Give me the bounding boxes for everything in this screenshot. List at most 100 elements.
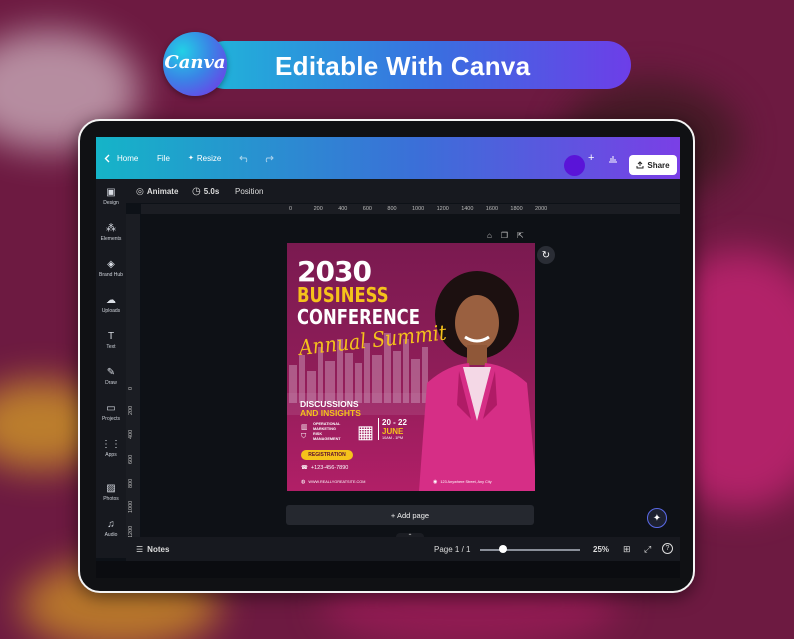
sidebar-item-brand-hub[interactable]: ◈ Brand Hub — [96, 259, 126, 278]
registration-badge: REGISTRATION — [301, 450, 353, 460]
sidebar-item-apps[interactable]: ⋮⋮ Apps — [96, 439, 126, 458]
sidebar-item-label: Apps — [105, 452, 117, 458]
lock-icon[interactable]: ⌂ — [487, 231, 492, 240]
sparkle-icon: ✦ — [188, 155, 194, 162]
ruler-tick-label: 1400 — [461, 206, 474, 212]
add-collaborator-icon[interactable]: + — [588, 137, 594, 179]
editor-topbar: Home File ✦ Resize + Share — [96, 137, 680, 179]
poster-website-row: ◍ WWW.REALLYGREATSITE.COM — [301, 479, 365, 485]
banner-title: Editable With Canva — [275, 51, 531, 81]
ruler-tick-label: 800 — [128, 479, 134, 489]
position-button[interactable]: Position — [235, 179, 263, 203]
poster-address: 123 Anywhere Street, Any City — [440, 480, 492, 484]
poster-address-row: ◉ 123 Anywhere Street, Any City — [433, 479, 492, 485]
canva-logo: Canva — [163, 32, 227, 96]
duplicate-icon[interactable]: ❐ — [501, 231, 508, 240]
sidebar-item-label: Elements — [100, 236, 122, 242]
home-button[interactable]: Home — [117, 137, 138, 179]
sidebar-item-draw[interactable]: ✎ Draw — [96, 367, 126, 386]
notes-button[interactable]: ☰ Notes — [136, 537, 169, 561]
date-divider — [378, 418, 379, 440]
upload-icon — [636, 161, 644, 169]
ruler-tick-label: 200 — [313, 206, 323, 212]
sidebar-item-photos[interactable]: ▨ Photos — [96, 483, 126, 502]
zoom-slider[interactable] — [480, 549, 580, 551]
ruler-tick-label: 1600 — [485, 206, 499, 212]
canva-banner: Canva Editable With Canva — [163, 32, 631, 96]
conference-poster[interactable]: 2030 BUSINESS CONFERENCE Annual Summit D… — [287, 243, 535, 491]
ruler-top: 0 200 400 600 800 1000 1200 1400 1600 1800 2000 — [141, 204, 680, 214]
elements-icon: ⁂ — [106, 223, 116, 234]
uploads-icon: ☁ — [106, 295, 116, 306]
file-menu[interactable]: File — [157, 137, 170, 179]
ruler-tick-label: 600 — [362, 206, 372, 212]
ruler-tick-label: 1000 — [412, 206, 425, 212]
sidebar-item-label: Photos — [103, 496, 119, 502]
ruler-tick-label: 400 — [338, 206, 348, 212]
duration-button[interactable]: ◷ 5.0s — [192, 179, 219, 203]
text-icon: T — [107, 331, 115, 342]
resize-button[interactable]: ✦ Resize — [188, 137, 221, 179]
ruler-tick-label: 0 — [289, 206, 293, 212]
insights-chart-icon[interactable] — [608, 137, 618, 179]
left-sidebar: ▣ Design ⁂ Elements ◈ Brand Hub ☁ Uploads T Text ✎… — [96, 179, 126, 558]
ruler-left: 0200400600800100012001400160018002000 — [126, 214, 140, 578]
sidebar-item-label: Design — [103, 200, 119, 206]
share-button[interactable]: Share — [629, 155, 677, 175]
projects-icon: ▭ — [106, 403, 116, 414]
bullet-risk-management: RISK MANAGEMENT — [313, 432, 341, 441]
rotate-icon[interactable]: ↻ — [537, 246, 555, 264]
poster-title-business: BUSINESS — [297, 283, 389, 307]
ruler-tick-label: 200 — [128, 405, 134, 415]
fullscreen-icon[interactable]: ⤢ — [644, 537, 651, 561]
bullet-operational-marketing: OPERATIONAL MARKETING — [313, 422, 341, 431]
poster-time: 10AM - 1PM — [382, 436, 404, 440]
ruler-tick-label: 1200 — [436, 206, 449, 212]
user-avatar[interactable] — [564, 155, 585, 176]
sidebar-item-text[interactable]: T Text — [96, 331, 126, 350]
page-indicator[interactable]: Page 1 / 1 — [434, 537, 470, 561]
canva-editor: Home File ✦ Resize + Share ▣ Design ⁂ Eleme… — [96, 137, 680, 578]
sidebar-item-label: Uploads — [101, 308, 121, 314]
editor-toolbar: ◎ Animate ◷ 5.0s Position — [126, 179, 680, 203]
editor-bottombar: ☰ Notes Page 1 / 1 25% ⊞ ⤢ ? — [126, 537, 680, 561]
animate-button[interactable]: ◎ Animate — [136, 179, 178, 203]
ruler-tick-label: 0 — [128, 386, 134, 390]
animate-icon: ◎ — [136, 185, 144, 196]
poster-website: WWW.REALLYGREATSITE.COM — [308, 480, 366, 484]
sidebar-item-elements[interactable]: ⁂ Elements — [96, 223, 126, 242]
zoom-slider-thumb[interactable] — [498, 545, 507, 553]
add-page-icon[interactable]: ⇱ — [517, 231, 524, 240]
notes-label: Notes — [147, 544, 170, 554]
speaker-photo — [419, 271, 535, 491]
poster-date-range: 20 - 22 — [382, 418, 407, 427]
ruler-tick-label: 800 — [387, 206, 397, 212]
sidebar-item-label: Draw — [105, 380, 117, 386]
draw-icon: ✎ — [106, 367, 116, 378]
undo-icon[interactable] — [239, 137, 250, 179]
canva-logo-text: Canva — [164, 52, 226, 73]
sidebar-item-audio[interactable]: ♫ Audio — [96, 519, 126, 538]
sidebar-item-label: Text — [106, 344, 116, 350]
tablet-dock — [96, 561, 680, 578]
back-chevron-icon[interactable] — [104, 137, 111, 179]
add-page-button[interactable]: + Add page — [286, 505, 534, 525]
sidebar-item-design[interactable]: ▣ Design — [96, 187, 126, 206]
sidebar-item-projects[interactable]: ▭ Projects — [96, 403, 126, 422]
poster-phone: +123-456-7890 — [310, 465, 349, 471]
sidebar-item-label: Brand Hub — [99, 272, 123, 278]
grid-view-icon[interactable]: ⊞ — [623, 537, 631, 561]
poster-insights: AND INSIGHTS — [300, 408, 361, 418]
zoom-level[interactable]: 25% — [593, 537, 609, 561]
clock-icon: ◷ — [192, 185, 201, 197]
redo-icon[interactable] — [263, 137, 274, 179]
globe-icon: ◍ — [301, 479, 306, 485]
ruler-tick-label: 1000 — [128, 500, 134, 513]
help-icon[interactable]: ? — [662, 543, 673, 554]
calendar-icon: ▦ — [357, 422, 375, 442]
shield-bullet-icon: ⛉ — [301, 433, 307, 440]
magic-assistant-icon[interactable]: ✦ — [647, 508, 667, 528]
animate-label: Animate — [146, 186, 179, 196]
chart-bullet-icon: ▥ — [301, 424, 308, 431]
sidebar-item-uploads[interactable]: ☁ Uploads — [96, 295, 126, 314]
